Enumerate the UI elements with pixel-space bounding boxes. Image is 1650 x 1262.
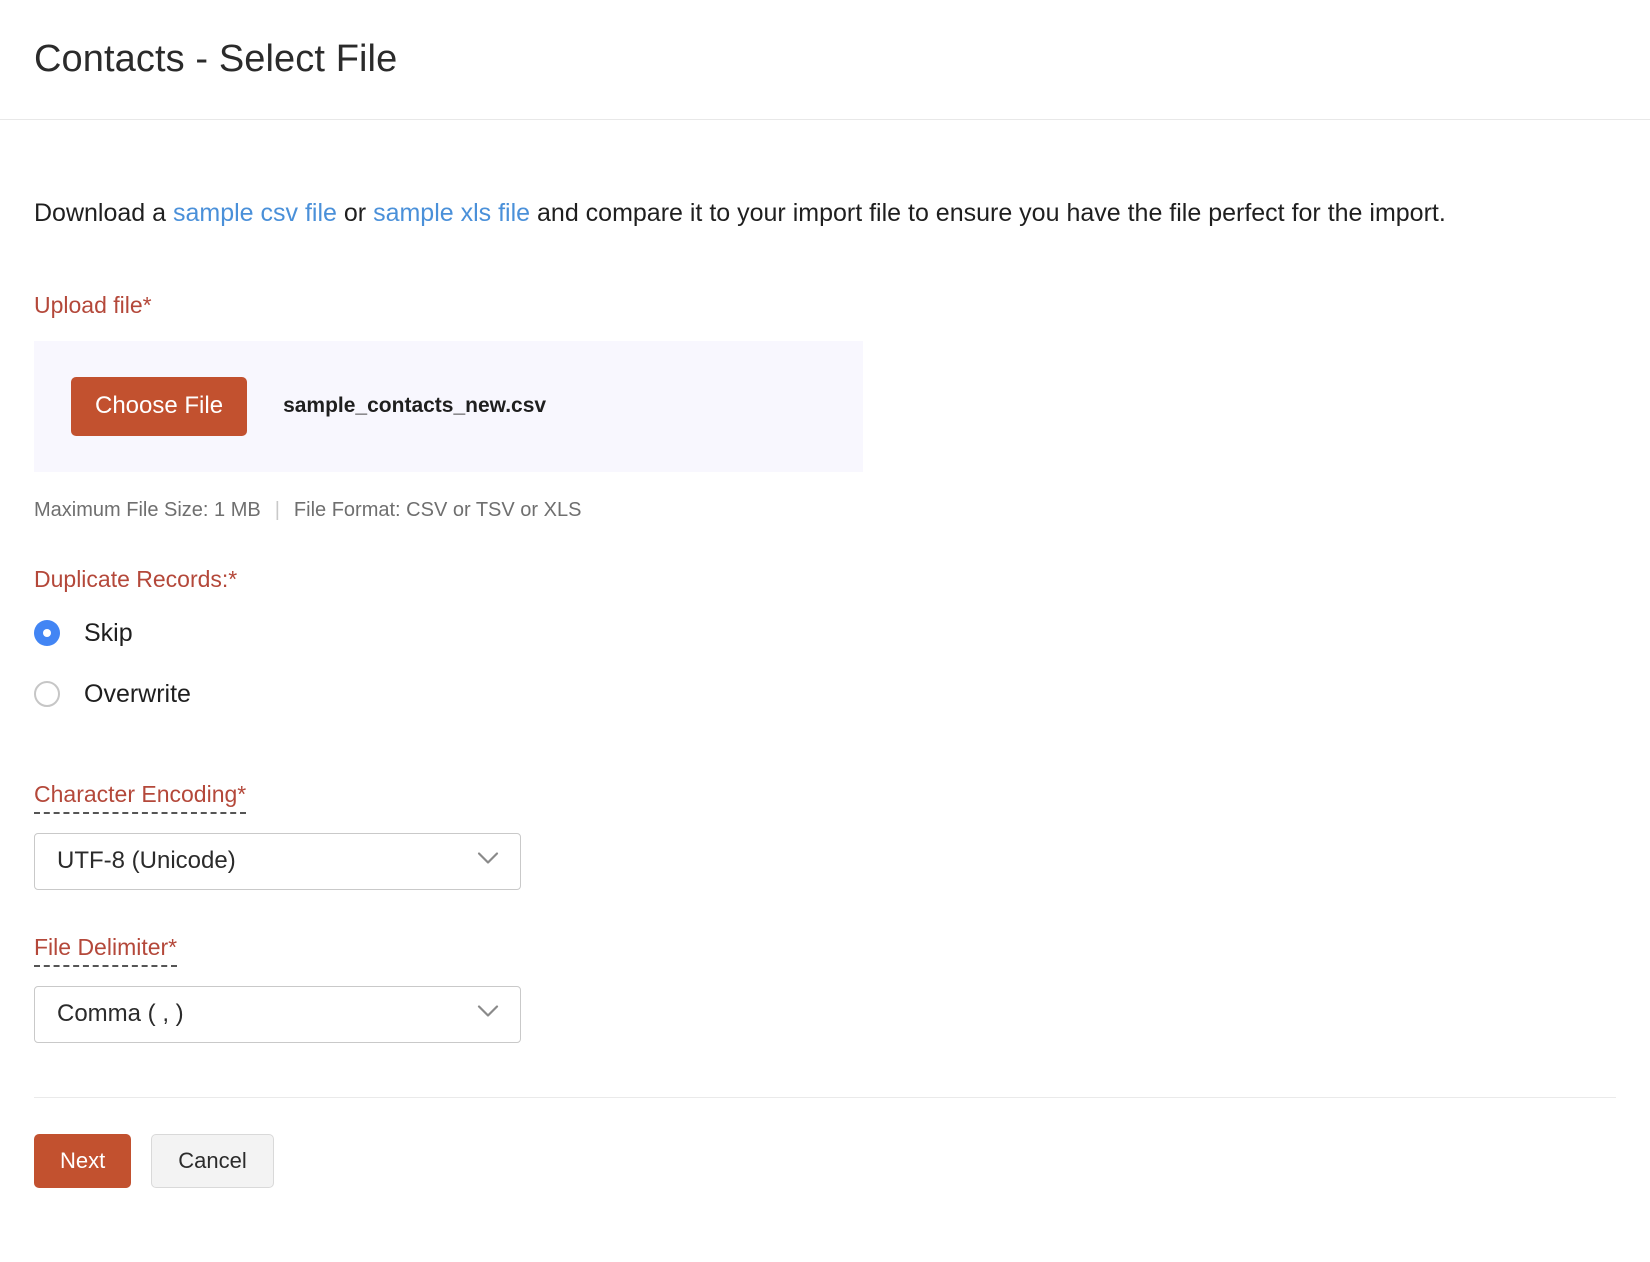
duplicate-records-radio-group: Skip Overwrite [34,619,1616,709]
main-content: Download a sample csv file or sample xls… [0,120,1650,1188]
file-delimiter-select-wrap[interactable]: Comma ( , ) [34,986,521,1043]
duplicate-records-label-wrap: Duplicate Records:* [34,566,1616,593]
page-header: Contacts - Select File [0,0,1650,120]
file-delimiter-select[interactable]: Comma ( , ) [34,986,521,1043]
file-constraints-hint: Maximum File Size: 1 MB | File Format: C… [34,499,1616,522]
upload-file-label: Upload file* [34,292,152,318]
file-delimiter-field: File Delimiter* Comma ( , ) [34,934,1616,1043]
sample-xls-file-link[interactable]: sample xls file [373,199,530,227]
character-encoding-select[interactable]: UTF-8 (Unicode) [34,833,521,890]
choose-file-button[interactable]: Choose File [71,377,247,436]
next-button[interactable]: Next [34,1134,131,1188]
upload-dropzone[interactable]: Choose File sample_contacts_new.csv [34,341,863,472]
intro-middle: or [337,199,373,227]
duplicate-records-label: Duplicate Records:* [34,566,237,592]
radio-icon-skip[interactable] [34,620,60,646]
page-title: Contacts - Select File [34,38,397,81]
character-encoding-label: Character Encoding* [34,781,246,814]
radio-option-skip[interactable]: Skip [34,619,133,648]
max-file-size-text: Maximum File Size: 1 MB [34,499,261,522]
file-delimiter-label: File Delimiter* [34,934,177,967]
radio-label-skip: Skip [84,619,133,648]
file-format-text: File Format: CSV or TSV or XLS [294,499,582,522]
hint-separator: | [275,499,280,522]
character-encoding-field: Character Encoding* UTF-8 (Unicode) [34,781,1616,890]
intro-prefix: Download a [34,199,173,227]
radio-option-overwrite[interactable]: Overwrite [34,680,191,709]
radio-icon-overwrite[interactable] [34,681,60,707]
intro-paragraph: Download a sample csv file or sample xls… [34,193,1614,234]
selected-file-name: sample_contacts_new.csv [283,394,546,418]
radio-label-overwrite: Overwrite [84,680,191,709]
intro-suffix: and compare it to your import file to en… [530,199,1446,227]
sample-csv-file-link[interactable]: sample csv file [173,199,337,227]
cancel-button[interactable]: Cancel [151,1134,273,1188]
character-encoding-select-wrap[interactable]: UTF-8 (Unicode) [34,833,521,890]
footer-actions: Next Cancel [34,1134,1616,1188]
footer-divider [34,1097,1616,1098]
upload-file-label-wrap: Upload file* [34,292,1616,319]
